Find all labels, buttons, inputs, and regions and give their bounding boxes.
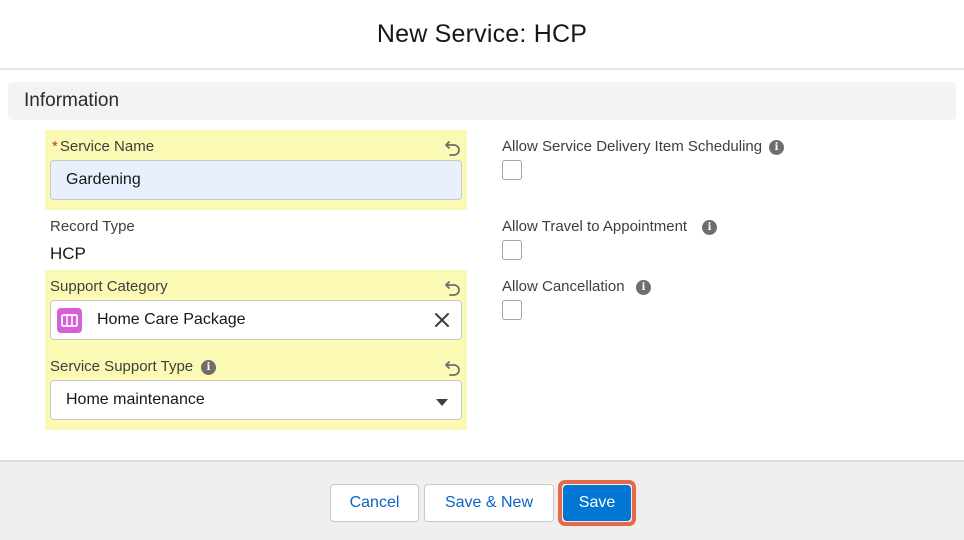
modal-header: New Service: HCP [0,0,964,70]
allow-travel-label: Allow Travel to Appointment [502,218,688,235]
modal-footer: Cancel Save & New Save [0,460,964,540]
allow-cancellation-label: Allow Cancellation [502,278,625,295]
allow-cancellation-checkbox[interactable] [502,300,522,320]
support-category-label: Support Category [50,278,168,295]
service-support-type-label: Service Support Type [50,358,194,375]
save-and-new-button[interactable]: Save & New [424,484,554,522]
chevron-down-icon [436,399,448,406]
cancel-button[interactable]: Cancel [330,484,419,522]
save-button[interactable]: Save [563,485,631,521]
section-title: Information [24,90,120,111]
service-support-type-value: Home maintenance [66,391,205,408]
info-icon[interactable]: i [769,140,784,155]
service-name-label: * Service Name [52,138,155,155]
clear-selection-icon[interactable] [433,311,451,329]
book-icon [57,307,82,333]
record-type-label: Record Type [50,218,135,235]
info-icon[interactable]: i [636,280,651,295]
record-type-value: HCP [50,244,86,263]
allow-sdi-scheduling-checkbox[interactable] [502,160,522,180]
required-marker: * [52,138,58,155]
info-icon[interactable]: i [702,220,717,235]
info-icon[interactable]: i [201,360,216,375]
service-name-input[interactable]: Gardening [50,160,462,200]
modal-title: New Service: HCP [376,19,588,48]
support-category-value: Home Care Package [97,311,246,328]
undo-icon[interactable] [444,278,462,296]
undo-icon[interactable] [444,358,462,376]
support-category-lookup[interactable]: Home Care Package [50,300,462,340]
allow-travel-checkbox[interactable] [502,240,522,260]
section-header-information[interactable]: Information [8,82,956,120]
service-support-type-select[interactable]: Home maintenance [50,380,462,420]
undo-icon[interactable] [444,138,462,156]
allow-sdi-scheduling-label: Allow Service Delivery Item Scheduling [502,138,763,155]
